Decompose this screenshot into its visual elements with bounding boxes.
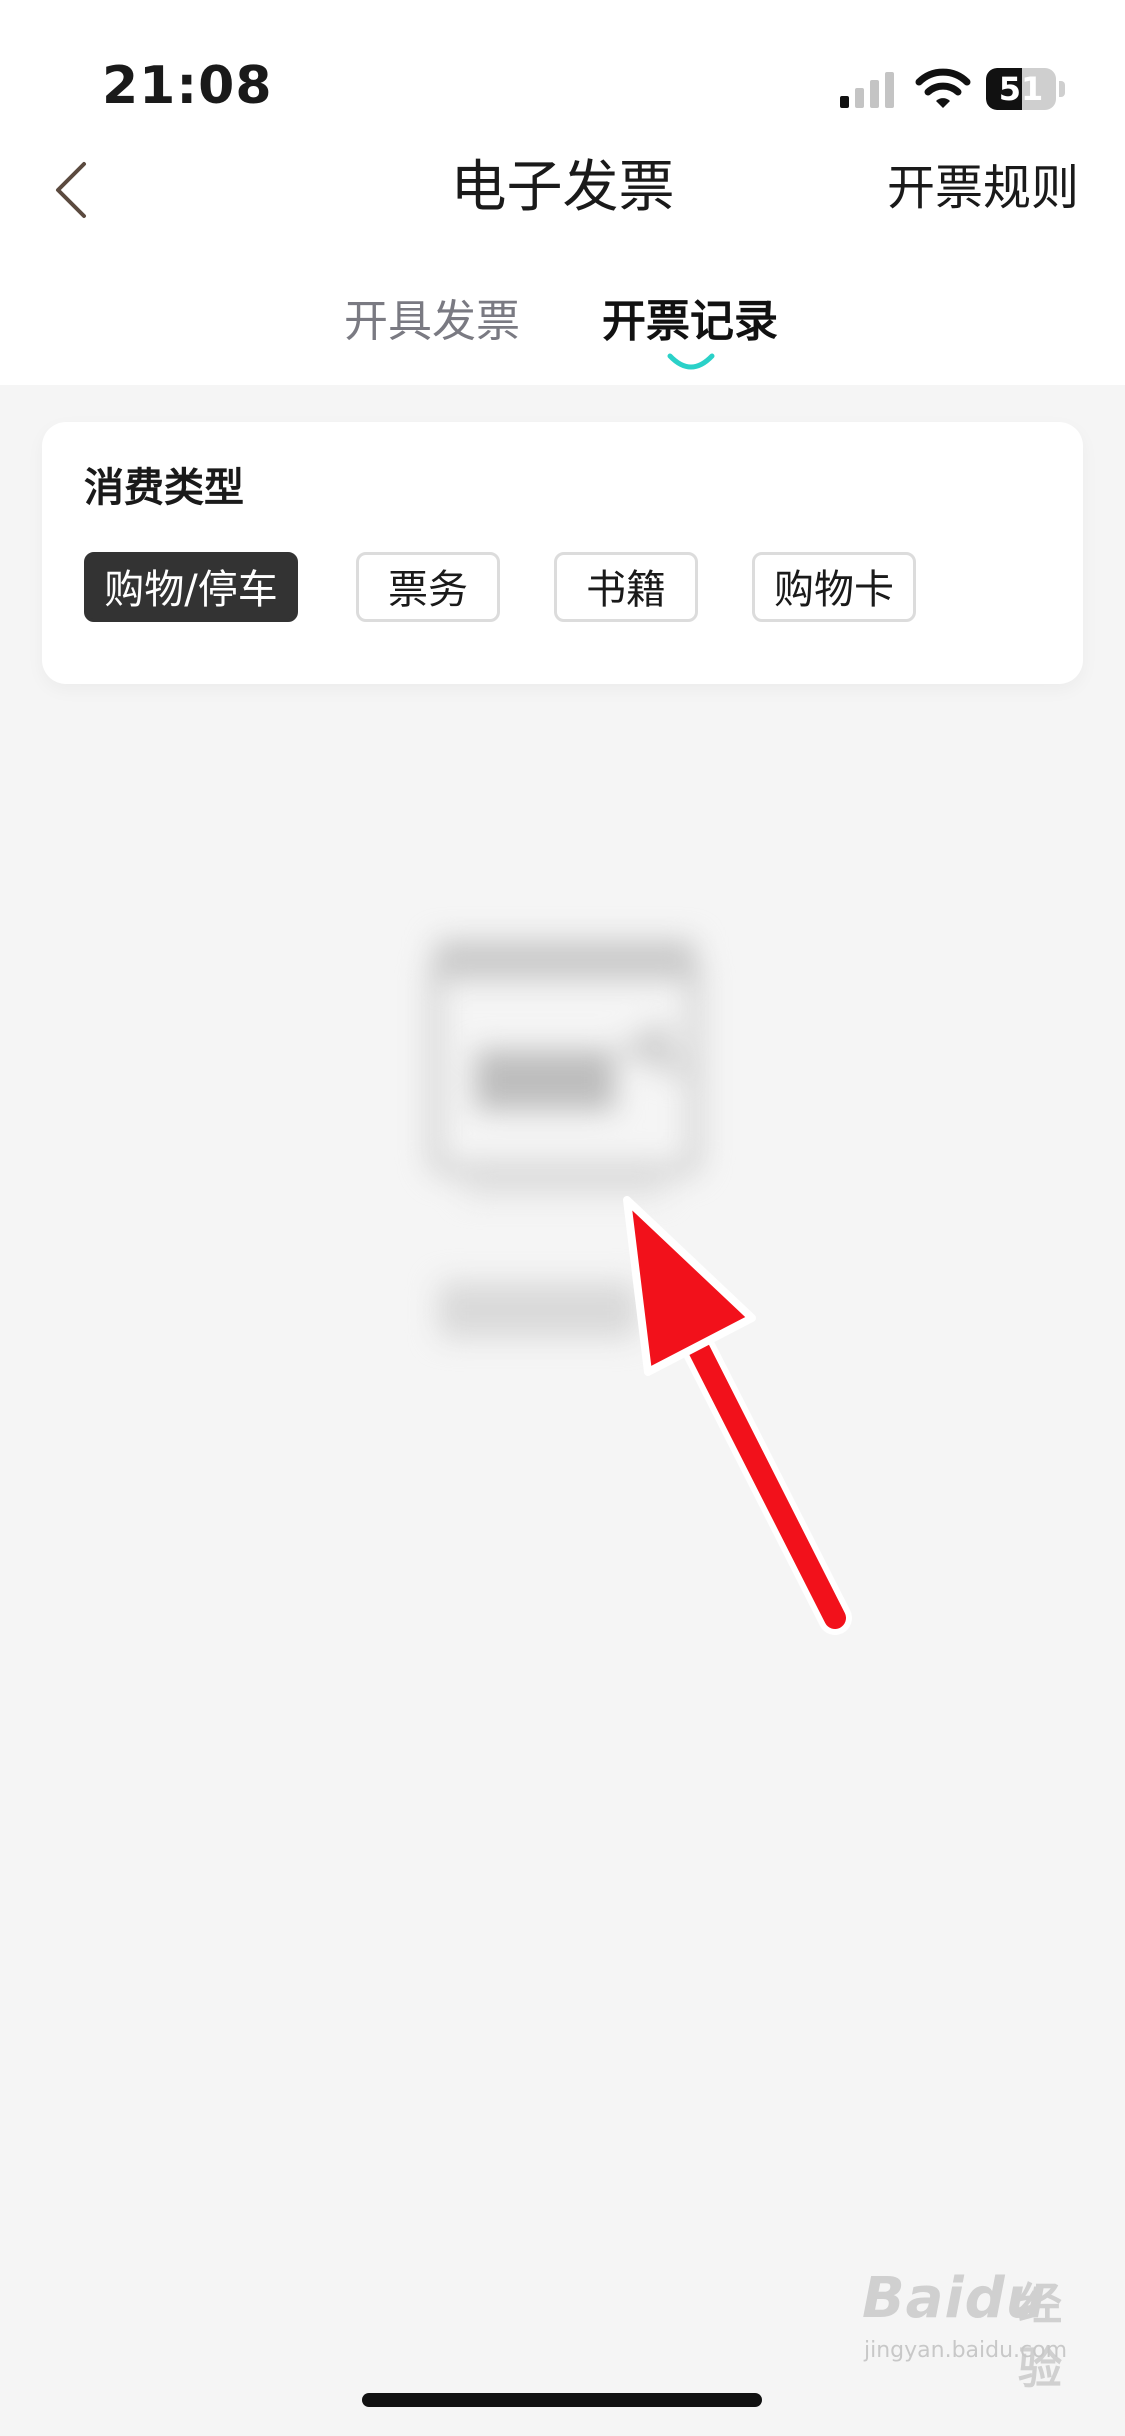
watermark-url: jingyan.baidu.com [864, 2338, 1068, 2363]
chip-shopping-card[interactable]: 购物卡 [752, 552, 916, 622]
consumption-type-filter-card: 消费类型 购物/停车 票务 书籍 购物卡 [42, 422, 1083, 684]
tab-invoice-records[interactable]: 开票记录 [602, 290, 778, 354]
home-indicator[interactable] [362, 2393, 762, 2407]
chip-tickets[interactable]: 票务 [356, 552, 500, 622]
filter-title: 消费类型 [84, 465, 244, 511]
tab-issue-invoice[interactable]: 开具发票 [344, 290, 520, 354]
empty-state-icon [428, 940, 702, 1196]
wifi-icon [915, 68, 971, 108]
cellular-signal-icon [840, 72, 894, 108]
invoice-rules-link[interactable]: 开票规则 [887, 150, 1079, 226]
status-time: 21:08 [102, 56, 273, 116]
watermark-cn: 经验 [1018, 2279, 1062, 2394]
chip-shopping-parking[interactable]: 购物/停车 [84, 552, 298, 622]
battery-icon: 51 [986, 68, 1066, 112]
battery-percent: 51 [998, 70, 1044, 108]
chip-books[interactable]: 书籍 [554, 552, 698, 622]
active-tab-indicator [667, 353, 715, 370]
empty-state-text [438, 1282, 638, 1338]
baidu-watermark: Baidu 经验 jingyan.baidu.com [858, 2260, 1098, 2394]
top-header: 21:08 51 电子发票 开票规则 开具发票 开票记录 [0, 0, 1125, 385]
